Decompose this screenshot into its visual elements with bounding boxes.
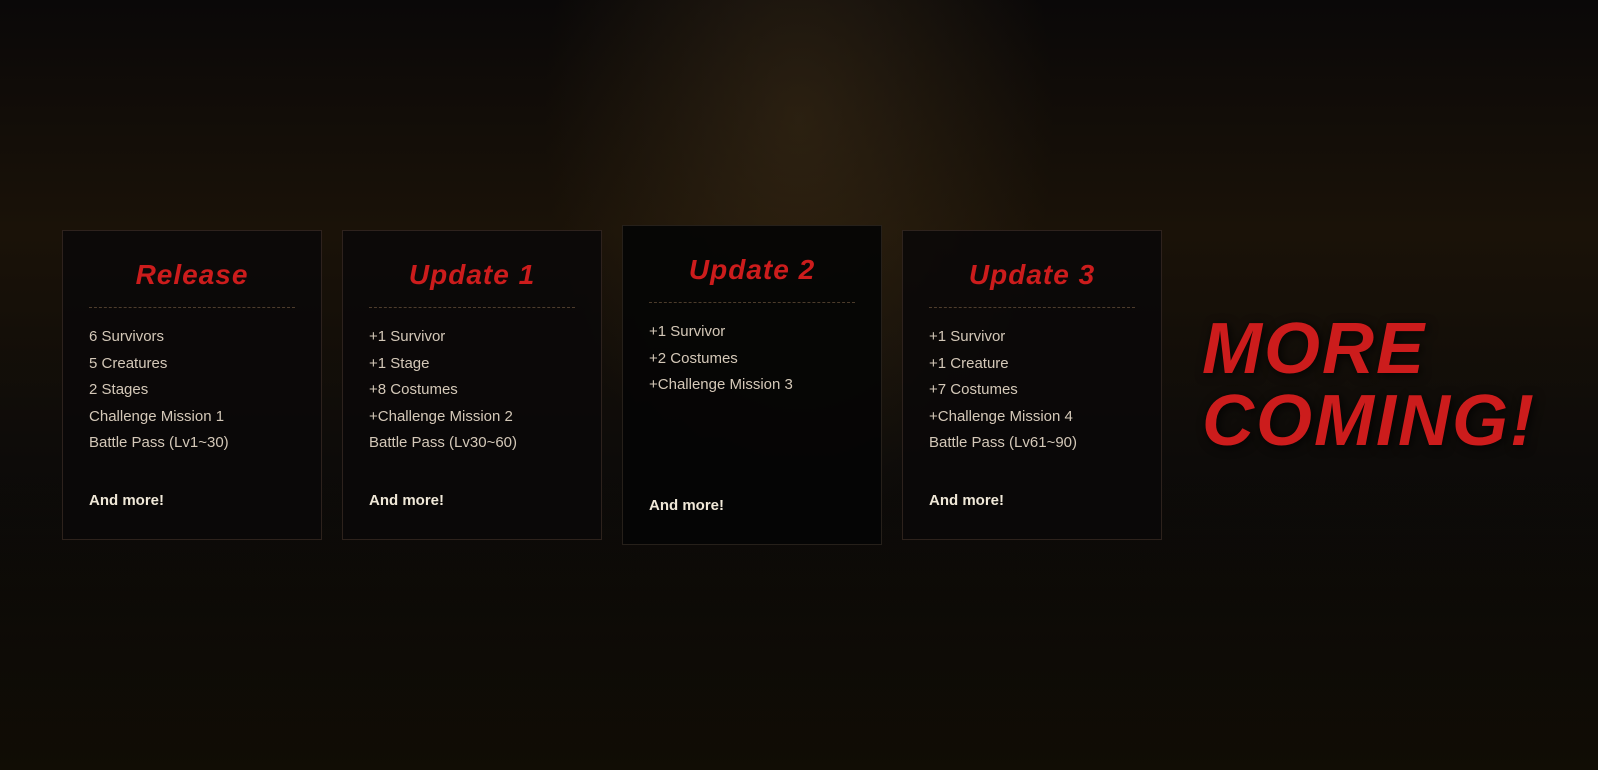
update3-card: Update 3 +1 Survivor +1 Creature +7 Cost… xyxy=(902,230,1162,540)
update1-items: +1 Survivor +1 Stage +8 Costumes +Challe… xyxy=(369,326,575,472)
update2-more: And more! xyxy=(649,497,855,514)
list-item: +Challenge Mission 2 xyxy=(369,406,575,429)
main-content: Release 6 Survivors 5 Creatures 2 Stages… xyxy=(0,0,1598,770)
list-item: +1 Survivor xyxy=(649,321,855,344)
update1-more: And more! xyxy=(369,492,575,509)
list-item: +1 Creature xyxy=(929,353,1135,376)
list-item: +2 Costumes xyxy=(649,348,855,371)
update1-title: Update 1 xyxy=(369,259,575,291)
release-divider xyxy=(89,307,295,308)
update3-more: And more! xyxy=(929,492,1135,509)
release-items: 6 Survivors 5 Creatures 2 Stages Challen… xyxy=(89,326,295,472)
release-title: Release xyxy=(89,259,295,291)
release-card: Release 6 Survivors 5 Creatures 2 Stages… xyxy=(62,230,322,540)
list-item: +7 Costumes xyxy=(929,379,1135,402)
list-item: Battle Pass (Lv1~30) xyxy=(89,432,295,455)
list-item: +Challenge Mission 4 xyxy=(929,406,1135,429)
update3-title: Update 3 xyxy=(929,259,1135,291)
update3-divider xyxy=(929,307,1135,308)
more-coming-section: MORE COMING! xyxy=(1202,313,1536,457)
update1-card: Update 1 +1 Survivor +1 Stage +8 Costume… xyxy=(342,230,602,540)
list-item: 2 Stages xyxy=(89,379,295,402)
update2-title: Update 2 xyxy=(649,254,855,286)
more-coming-line1: MORE xyxy=(1202,313,1426,385)
list-item: 5 Creatures xyxy=(89,353,295,376)
update3-items: +1 Survivor +1 Creature +7 Costumes +Cha… xyxy=(929,326,1135,472)
update2-items: +1 Survivor +2 Costumes +Challenge Missi… xyxy=(649,321,855,477)
release-more: And more! xyxy=(89,492,295,509)
update1-divider xyxy=(369,307,575,308)
list-item: +8 Costumes xyxy=(369,379,575,402)
list-item: 6 Survivors xyxy=(89,326,295,349)
list-item: +1 Stage xyxy=(369,353,575,376)
update2-divider xyxy=(649,302,855,303)
list-item: +Challenge Mission 3 xyxy=(649,374,855,397)
list-item: Battle Pass (Lv30~60) xyxy=(369,432,575,455)
list-item: Challenge Mission 1 xyxy=(89,406,295,429)
list-item: Battle Pass (Lv61~90) xyxy=(929,432,1135,455)
list-item: +1 Survivor xyxy=(369,326,575,349)
list-item: +1 Survivor xyxy=(929,326,1135,349)
more-coming-line2: COMING! xyxy=(1202,385,1536,457)
update2-card: Update 2 +1 Survivor +2 Costumes +Challe… xyxy=(622,225,882,545)
